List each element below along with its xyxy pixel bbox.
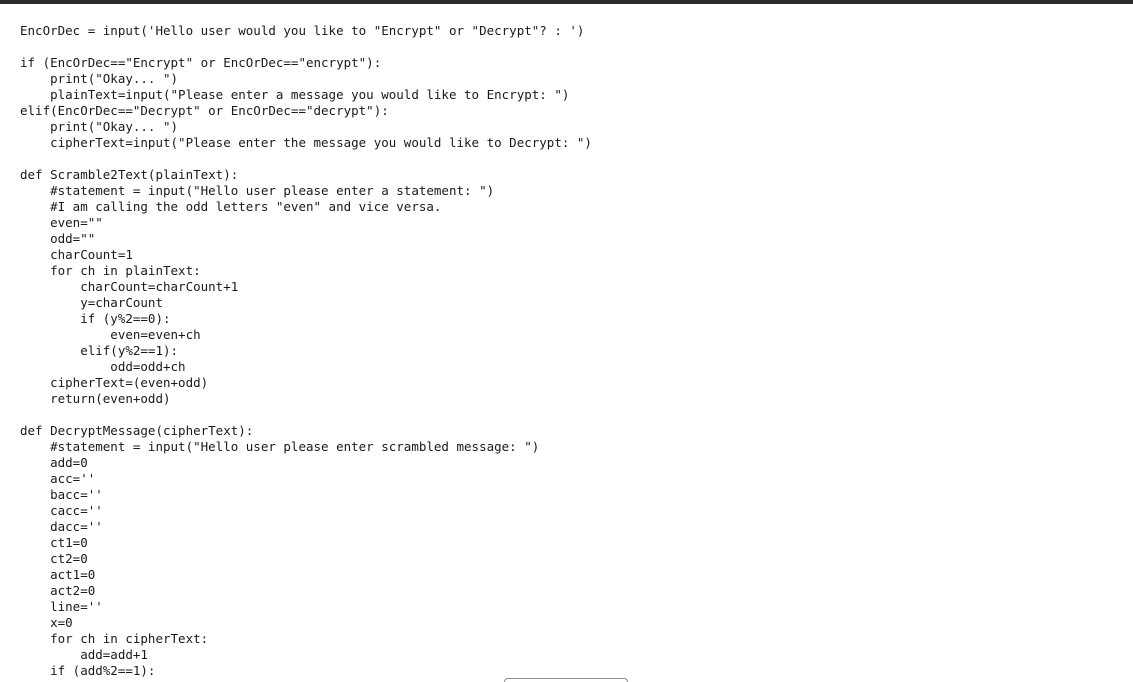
code-line: def DecryptMessage(cipherText): [20,423,254,438]
code-line: act1=0 [20,567,96,582]
code-line: add=0 [20,455,88,470]
code-line: odd=odd+ch [20,359,186,374]
code-line: acc='' [20,471,96,486]
code-line: EncOrDec = input('Hello user would you l… [20,23,585,38]
code-line: line='' [20,599,103,614]
code-line: odd="" [20,231,96,246]
code-line: y=charCount [20,295,163,310]
code-line: if (add%2==1): [20,663,156,678]
code-line: bacc='' [20,487,103,502]
code-line: add=add+1 [20,647,148,662]
code-line: for ch in cipherText: [20,631,209,646]
code-line: plainText=input("Please enter a message … [20,87,570,102]
code-line: charCount=charCount+1 [20,279,239,294]
code-line: #statement = input("Hello user please en… [20,183,495,198]
code-line: cipherText=(even+odd) [20,375,209,390]
code-line: def Scramble2Text(plainText): [20,167,239,182]
code-line: #I am calling the odd letters "even" and… [20,199,442,214]
code-line: act2=0 [20,583,96,598]
code-line: even=even+ch [20,327,201,342]
code-line: ct2=0 [20,551,88,566]
code-line: for ch in plainText: [20,263,201,278]
code-view: EncOrDec = input('Hello user would you l… [20,23,1120,679]
code-line: print("Okay... ") [20,71,179,86]
code-line: print("Okay... ") [20,119,179,134]
code-line: elif(EncOrDec=="Decrypt" or EncOrDec=="d… [20,103,389,118]
horizontal-scrollbar-thumb[interactable] [504,678,628,682]
code-line: cipherText=input("Please enter the messa… [20,135,592,150]
code-line: charCount=1 [20,247,133,262]
code-line: #statement = input("Hello user please en… [20,439,540,454]
code-line: elif(y%2==1): [20,343,179,358]
code-line: even="" [20,215,103,230]
code-line: ct1=0 [20,535,88,550]
code-line: return(even+odd) [20,391,171,406]
code-viewer-page: EncOrDec = input('Hello user would you l… [0,0,1133,682]
code-line: if (y%2==0): [20,311,171,326]
code-line: x=0 [20,615,73,630]
code-line: if (EncOrDec=="Encrypt" or EncOrDec=="en… [20,55,382,70]
code-line: dacc='' [20,519,103,534]
code-line: cacc='' [20,503,103,518]
window-top-bar [0,0,1133,4]
